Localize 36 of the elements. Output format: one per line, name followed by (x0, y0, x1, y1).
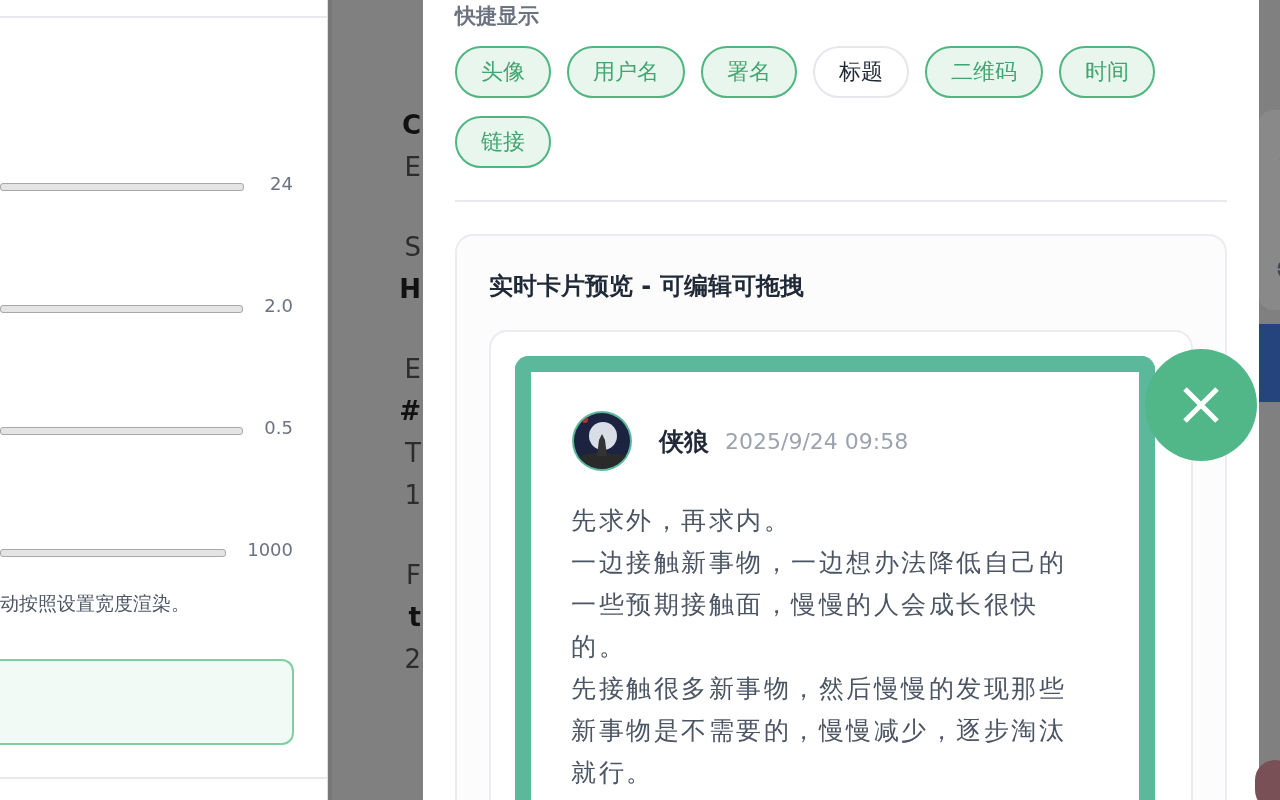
slider-track[interactable] (0, 549, 226, 557)
background-text: T (405, 437, 421, 470)
background-text: # (399, 395, 421, 428)
slider-track[interactable] (0, 427, 244, 435)
slider-track[interactable] (0, 305, 244, 313)
slider-value: 0.5 (263, 419, 293, 437)
slider-value: 1000 (246, 541, 293, 559)
slider-track[interactable] (0, 183, 244, 191)
background-text: C (401, 109, 421, 142)
close-icon (1182, 386, 1220, 424)
background-text: E (404, 353, 421, 386)
background-text: 1 (404, 479, 421, 512)
slider-value: 2.0 (263, 297, 293, 315)
background-text: H (399, 273, 421, 306)
post-time: 2025/9/24 09:58 (725, 428, 909, 454)
background-text: E (404, 151, 421, 184)
preview-title: 实时卡片预览 - 可编辑可拖拽 (489, 271, 805, 302)
background-text: t (408, 601, 421, 634)
slider-value: 24 (269, 175, 293, 193)
background-text: S (404, 231, 421, 264)
toggle-chip[interactable]: 署名 (701, 46, 797, 98)
toggle-chip[interactable]: 头像 (455, 46, 551, 98)
toggle-chip[interactable]: 标题 (813, 46, 909, 98)
toggle-chip[interactable]: 二维码 (925, 46, 1043, 98)
quote-paragraph: 先求外，再求内。 (571, 505, 792, 537)
quote-paragraph: 一边接触新事物，一边想办法降低自己的一些预期接触面，慢慢的人会成长很快的。 (571, 547, 1067, 663)
quote-paragraph: 先接触很多新事物，然后慢慢的发现那些新事物是不需要的，慢慢减少，逐步淘汰就行。 (571, 673, 1067, 789)
hint-text: 动按照设置宽度渲染。 (0, 591, 191, 616)
toggle-chip[interactable]: 链接 (455, 116, 551, 168)
section-label: 快捷显示 (455, 3, 540, 30)
toggle-chip[interactable]: 用户名 (567, 46, 685, 98)
author-name: 侠狼 (659, 425, 709, 458)
quote-card[interactable]: 侠狼 2025/9/24 09:58 先求外，再求内。 一边接触新事物，一边想办法降低自己的一些预期接触面，慢慢的人会成长很快的。 先接触很多新事物，然后慢慢的发现那些新事物是不需要的，慢慢减少，逐步淘汰就行。 (515, 356, 1155, 800)
toggle-chip[interactable]: 时间 (1059, 46, 1155, 98)
background-text: F (406, 559, 421, 592)
background-text: 2 (404, 643, 421, 676)
